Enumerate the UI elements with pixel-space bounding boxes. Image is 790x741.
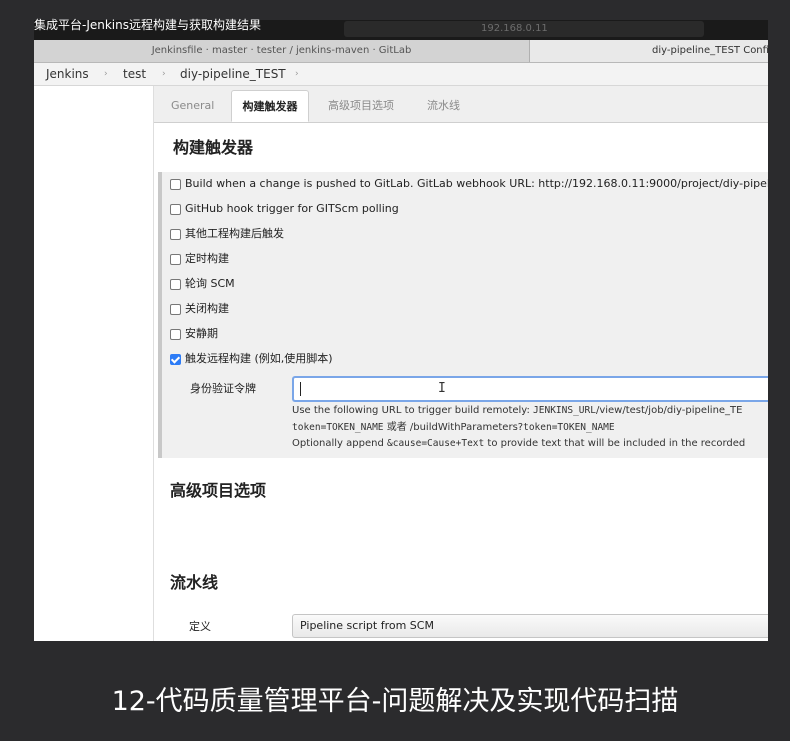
help-code: token=TOKEN_NAME (292, 422, 384, 433)
video-caption: 12-代码质量管理平台-问题解决及实现代码扫描 (111, 686, 679, 717)
tab-build-triggers[interactable]: 构建触发器 (231, 90, 309, 122)
checkbox-checked[interactable] (170, 354, 181, 365)
chevron-right-icon: › (162, 69, 166, 79)
video-overlay-title: 集成平台-Jenkins远程构建与获取构建结果 (34, 18, 261, 32)
pipeline-definition-label: 定义 (189, 620, 211, 633)
help-code: JENKINS_URL (533, 405, 596, 416)
checkbox[interactable] (170, 204, 181, 215)
remote-url-help-line3: Optionally append &cause=Cause+Text to p… (292, 437, 745, 450)
browser-tab-config[interactable]: diy-pipeline_TEST Config (530, 40, 768, 62)
pipeline-heading: 流水线 (170, 573, 219, 592)
trigger-label: Build when a change is pushed to GitLab.… (185, 177, 768, 190)
help-code: &cause=Cause+Text (387, 438, 485, 449)
address-bar[interactable]: 192.168.0.11 (344, 21, 704, 37)
tab-general[interactable]: General (171, 90, 214, 122)
pipeline-definition-select[interactable]: Pipeline script from SCM (292, 614, 768, 638)
help-text: to provide text that will be included in… (484, 438, 746, 449)
build-triggers-heading: 构建触发器 (173, 138, 254, 157)
trigger-label: 其他工程构建后触发 (185, 227, 284, 240)
breadcrumb: Jenkins › test › diy-pipeline_TEST › (34, 63, 768, 86)
text-caret (300, 382, 301, 396)
tab-advanced-options[interactable]: 高级项目选项 (328, 90, 394, 122)
ibeam-cursor-icon: I (438, 381, 446, 396)
help-code: token=TOKEN_NAME (523, 422, 615, 433)
breadcrumb-test[interactable]: test (123, 63, 146, 85)
checkbox[interactable] (170, 254, 181, 265)
config-tabbar: General 构建触发器 高级项目选项 流水线 (154, 86, 768, 123)
auth-token-row: 身份验证令牌 I (170, 374, 768, 402)
help-text: /view/test/job/diy-pipeline_TE (595, 405, 743, 416)
sidebar (34, 86, 154, 641)
help-text: Optionally append (292, 438, 387, 449)
trigger-label: 轮询 SCM (185, 277, 235, 290)
tab-pipeline[interactable]: 流水线 (427, 90, 460, 122)
checkbox[interactable] (170, 179, 181, 190)
remote-url-help-line1: Use the following URL to trigger build r… (292, 404, 742, 417)
trigger-label: 关闭构建 (185, 302, 229, 315)
browser-tab-gitlab[interactable]: Jenkinsfile · master · tester / jenkins-… (34, 40, 530, 62)
trigger-label: 安静期 (185, 327, 218, 340)
help-text: 或者 /buildWithParameters? (383, 422, 524, 433)
trigger-label: 触发远程构建 (例如,使用脚本) (185, 352, 333, 365)
remote-url-help-line2: token=TOKEN_NAME 或者 /buildWithParameters… (292, 421, 615, 434)
checkbox[interactable] (170, 304, 181, 315)
checkbox[interactable] (170, 279, 181, 290)
trigger-label: GitHub hook trigger for GITScm polling (185, 202, 399, 215)
auth-token-input[interactable]: I (292, 376, 768, 402)
address-text: 192.168.0.11 (481, 23, 548, 34)
checkbox[interactable] (170, 229, 181, 240)
advanced-options-heading: 高级项目选项 (170, 481, 267, 500)
chevron-right-icon: › (295, 69, 299, 79)
browser-tabbar: Jenkinsfile · master · tester / jenkins-… (34, 40, 768, 63)
chevron-right-icon: › (104, 69, 108, 79)
browser-window: 192.168.0.11 Jenkinsfile · master · test… (34, 20, 768, 641)
breadcrumb-jenkins[interactable]: Jenkins (46, 63, 89, 85)
trigger-label: 定时构建 (185, 252, 229, 265)
help-text: Use the following URL to trigger build r… (292, 405, 534, 416)
checkbox[interactable] (170, 329, 181, 340)
auth-token-label: 身份验证令牌 (190, 382, 256, 395)
breadcrumb-job[interactable]: diy-pipeline_TEST (180, 63, 286, 85)
